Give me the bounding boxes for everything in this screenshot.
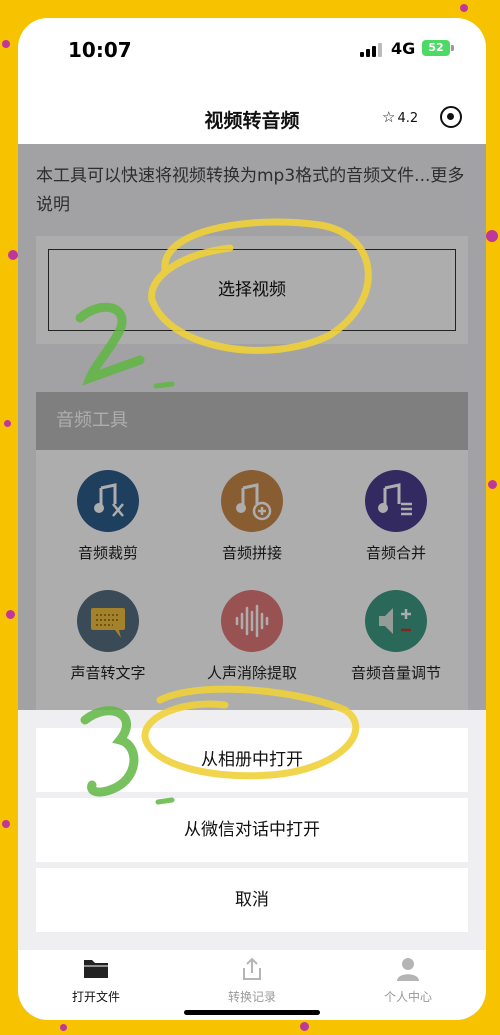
home-indicator <box>184 1010 320 1015</box>
tab-profile[interactable]: 个人中心 <box>330 956 486 1005</box>
background-dot <box>300 1022 309 1031</box>
background-dot <box>6 610 15 619</box>
background-dot <box>2 40 10 48</box>
status-bar: 10:07 4G 52 <box>18 18 486 80</box>
signal-icon <box>360 43 384 57</box>
person-icon <box>394 956 422 982</box>
close-miniprogram-icon[interactable] <box>440 106 462 128</box>
folder-icon <box>82 956 110 982</box>
background-dot <box>2 820 10 828</box>
background-dot <box>4 420 11 427</box>
battery-icon: 52 <box>422 40 450 56</box>
tab-label: 个人中心 <box>383 990 432 1004</box>
battery-level: 52 <box>428 41 444 54</box>
nav-bar: 视频转音频 ☆ 4.2 <box>18 80 486 144</box>
background-dot <box>8 250 18 260</box>
tab-label: 打开文件 <box>71 990 120 1004</box>
action-sheet: 从相册中打开 从微信对话中打开 取消 <box>18 710 486 950</box>
background-dot <box>460 4 468 12</box>
status-time: 10:07 <box>68 38 132 62</box>
rating-value: 4.2 <box>397 111 419 126</box>
open-from-wechat-button[interactable]: 从微信对话中打开 <box>36 798 468 862</box>
cancel-button[interactable]: 取消 <box>36 868 468 932</box>
tab-label: 转换记录 <box>227 990 276 1004</box>
star-icon: ☆ <box>382 108 396 126</box>
background-dot <box>488 480 497 489</box>
tab-open-file[interactable]: 打开文件 <box>18 956 174 1005</box>
network-type: 4G <box>391 39 416 58</box>
rating-button[interactable]: ☆ 4.2 <box>374 102 424 132</box>
open-from-album-button[interactable]: 从相册中打开 <box>36 728 468 792</box>
tab-history[interactable]: 转换记录 <box>174 956 330 1005</box>
battery-tip <box>451 45 454 51</box>
background-dot <box>486 230 498 242</box>
phone-screen: 10:07 4G 52 视频转音频 ☆ 4.2 本工具可以快速将视频转换为mp3格… <box>18 18 486 1020</box>
background-dot <box>60 1024 67 1031</box>
share-icon <box>238 956 266 982</box>
